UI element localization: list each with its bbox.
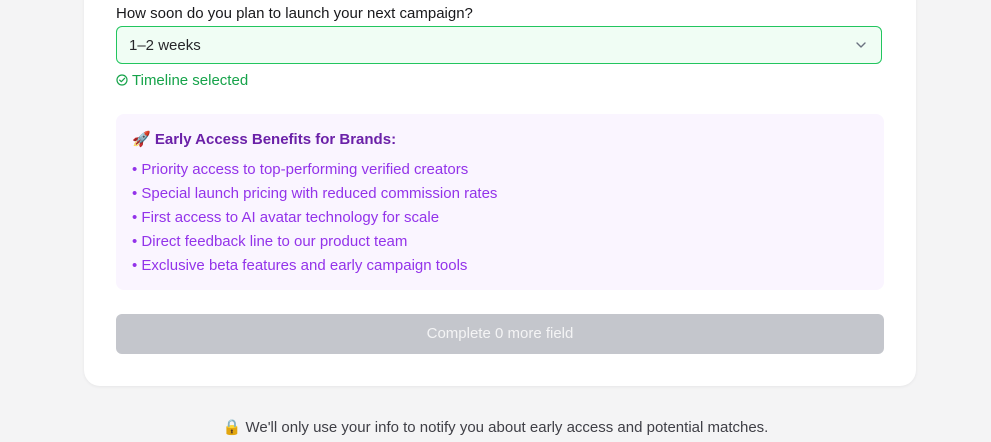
benefit-item: • Exclusive beta features and early camp… [132, 257, 468, 274]
benefits-title: Early Access Benefits for Brands: [154, 131, 397, 148]
check-circle-icon [116, 74, 128, 86]
benefits-list: • Priority access to top-performing veri… [132, 158, 497, 278]
privacy-notice: 🔒 We'll only use your info to notify you… [222, 419, 769, 436]
rocket-icon: 🚀 [132, 131, 151, 148]
timeline-select[interactable]: 1–2 weeks [116, 26, 882, 64]
timeline-status: Timeline selected [116, 71, 248, 89]
submit-button[interactable]: Complete 0 more field [116, 314, 884, 354]
timeline-status-text: Timeline selected [132, 71, 249, 89]
early-access-benefits-box: 🚀 Early Access Benefits for Brands: • Pr… [116, 114, 884, 290]
benefit-item: • First access to AI avatar technology f… [132, 209, 440, 226]
chevron-down-icon [856, 42, 866, 48]
timeline-select-value: 1–2 weeks [129, 37, 201, 54]
benefit-item: • Direct feedback line to our product te… [132, 233, 408, 250]
timeline-question-label: How soon do you plan to launch your next… [116, 5, 473, 22]
benefit-item: • Special launch pricing with reduced co… [132, 185, 498, 202]
benefit-item: • Priority access to top-performing veri… [132, 161, 469, 178]
benefits-heading: 🚀 Early Access Benefits for Brands: [132, 130, 396, 148]
